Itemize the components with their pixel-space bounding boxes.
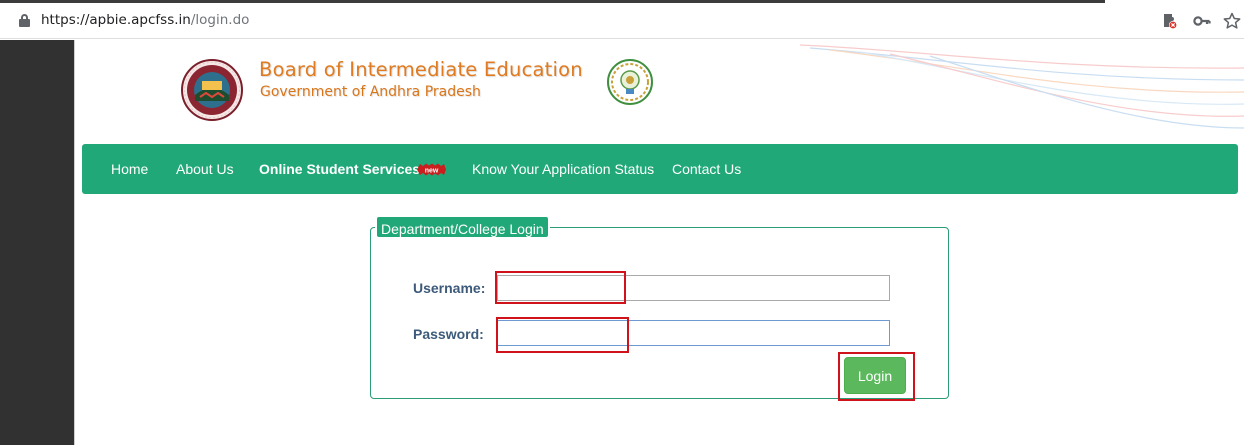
lock-icon[interactable] xyxy=(19,14,30,27)
decorative-swoosh xyxy=(800,44,1244,129)
blocked-extension-icon[interactable] xyxy=(1160,11,1180,31)
page-subtitle: Government of Andhra Pradesh xyxy=(260,84,481,100)
login-form-legend: Department/College Login xyxy=(375,215,550,239)
nav-contact-us[interactable]: Contact Us xyxy=(672,161,741,177)
new-badge-text: new xyxy=(425,167,439,174)
nav-application-status[interactable]: Know Your Application Status xyxy=(472,161,654,177)
username-label: Username: xyxy=(413,280,486,296)
password-label: Password: xyxy=(413,326,484,342)
nav-home[interactable]: Home xyxy=(111,161,148,177)
nav-about-us[interactable]: About Us xyxy=(176,161,234,177)
password-input[interactable] xyxy=(497,320,890,346)
url-host: https://apbie.apcfss.in xyxy=(41,12,191,28)
login-page: Board of Intermediate Education Governme… xyxy=(74,40,1244,445)
nav-online-student-services[interactable]: Online Student Services xyxy=(259,161,420,177)
board-seal-logo xyxy=(181,59,243,121)
login-form: Department/College Login Username: Passw… xyxy=(370,215,949,399)
url-path: /login.do xyxy=(190,12,250,28)
browser-address-bar[interactable]: https://apbie.apcfss.in/login.do xyxy=(0,3,1244,39)
side-dark-panel xyxy=(0,40,74,445)
page-title: Board of Intermediate Education xyxy=(259,58,583,81)
ap-government-emblem xyxy=(607,59,653,105)
main-navbar: Home About Us Online Student Services ne… xyxy=(82,144,1238,194)
address-url[interactable]: https://apbie.apcfss.in/login.do xyxy=(41,12,249,28)
star-icon[interactable] xyxy=(1222,11,1242,31)
username-input[interactable] xyxy=(497,275,890,301)
new-badge-icon: new xyxy=(417,163,446,176)
login-button[interactable]: Login xyxy=(844,357,906,394)
key-icon[interactable] xyxy=(1192,11,1212,31)
